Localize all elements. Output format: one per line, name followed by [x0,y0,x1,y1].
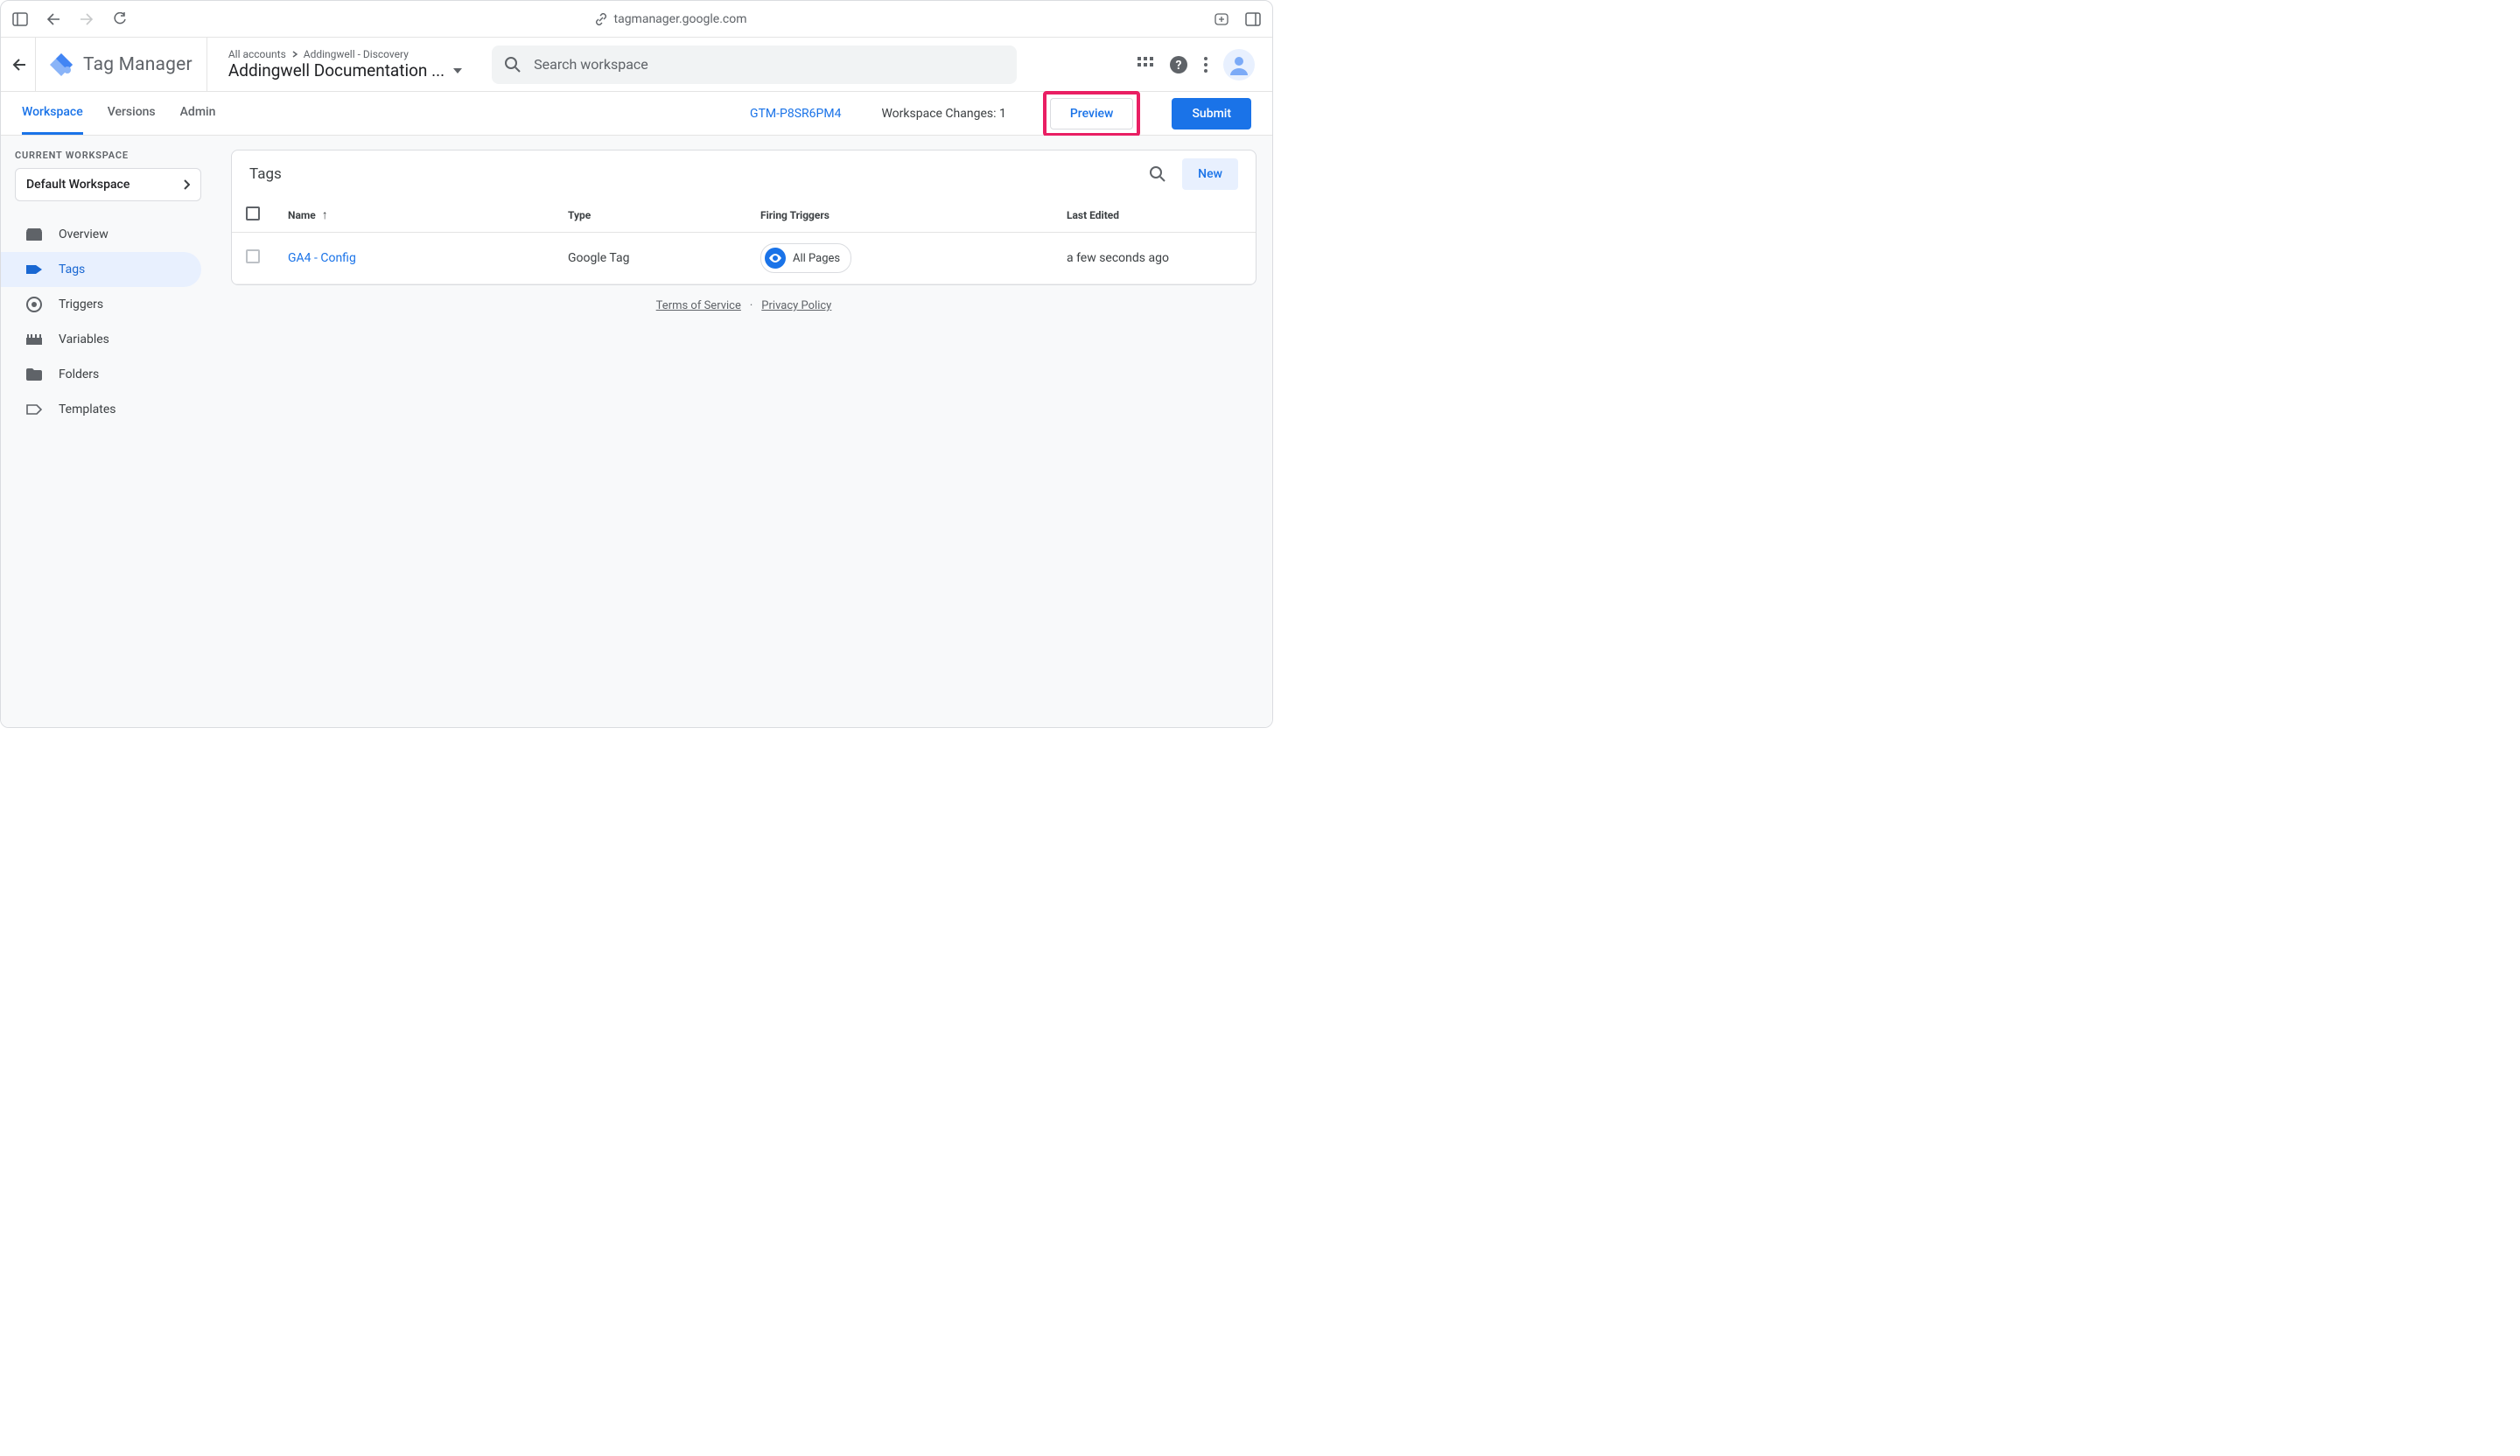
select-all-checkbox[interactable] [246,206,260,220]
overview-icon [25,228,43,241]
sidebar-item-label: Tags [59,262,85,276]
sidebar-item-label: Variables [59,332,109,346]
sidebar-item-tags[interactable]: Tags [1,252,201,287]
new-button[interactable]: New [1182,158,1238,190]
search-icon [504,56,522,74]
sidebar-item-templates[interactable]: Templates [1,392,201,427]
nav-tabs: Workspace Versions Admin GTM-P8SR6PM4 Wo… [1,92,1272,136]
changes-label: Workspace Changes: [881,107,996,121]
search-input-wrap[interactable] [492,46,1017,84]
product-name: Tag Manager [83,54,192,75]
search-input[interactable] [534,56,1004,73]
trigger-chip[interactable]: All Pages [760,243,851,273]
eye-icon [765,248,786,269]
container-id[interactable]: GTM-P8SR6PM4 [750,107,841,121]
sidebar-item-label: Triggers [59,298,103,312]
workspace-changes: Workspace Changes: 1 [881,107,1005,121]
sidebar-item-label: Overview [59,228,108,242]
forward-icon [76,9,97,30]
tags-panel: Tags New Name ↑ [231,150,1256,285]
apps-icon[interactable] [1138,57,1153,73]
column-type[interactable]: Type [554,198,746,233]
panel-title: Tags [249,165,282,183]
sidebar-item-variables[interactable]: Variables [1,322,201,357]
row-checkbox[interactable] [246,249,260,263]
sidebar-item-folders[interactable]: Folders [1,357,201,392]
template-icon [25,403,43,416]
avatar[interactable] [1223,49,1255,80]
preview-button[interactable]: Preview [1050,98,1134,130]
sidebar-item-label: Templates [59,402,116,416]
reload-icon[interactable] [109,9,130,30]
more-icon[interactable] [1204,57,1208,73]
back-icon[interactable] [43,9,64,30]
browser-url[interactable]: tagmanager.google.com [614,12,747,26]
sort-asc-icon: ↑ [322,208,328,222]
folder-icon [25,368,43,381]
gtm-logo-icon [48,52,74,78]
tab-workspace[interactable]: Workspace [22,92,83,135]
chevron-right-icon [183,179,190,190]
column-label: Name [288,209,316,221]
browser-toolbar: tagmanager.google.com [1,1,1272,38]
workspace-name: Default Workspace [26,178,130,192]
link-icon [595,13,607,25]
column-triggers[interactable]: Firing Triggers [746,198,1053,233]
changes-count: 1 [999,107,1006,121]
workspace-section-label: CURRENT WORKSPACE [1,150,215,168]
breadcrumb-account[interactable]: Addingwell - Discovery [304,48,409,60]
sidebar-item-overview[interactable]: Overview [1,217,201,252]
last-edited: a few seconds ago [1053,233,1256,284]
tab-overview-icon[interactable] [1242,9,1264,30]
table-row[interactable]: GA4 - Config Google Tag All Pages [232,233,1256,284]
app-header: Tag Manager All accounts Addingwell - Di… [1,38,1272,92]
privacy-link[interactable]: Privacy Policy [761,299,831,312]
trigger-icon [25,297,43,312]
chevron-right-icon [291,51,298,58]
column-name[interactable]: Name ↑ [274,198,554,233]
column-edited[interactable]: Last Edited [1053,198,1256,233]
caret-down-icon[interactable] [453,68,462,74]
sidebar-item-label: Folders [59,368,99,382]
breadcrumb[interactable]: All accounts Addingwell - Discovery [228,48,462,60]
tab-admin[interactable]: Admin [180,92,216,135]
tab-versions[interactable]: Versions [108,92,156,135]
app-back-button[interactable] [1,38,36,91]
sidebar-item-triggers[interactable]: Triggers [1,287,201,322]
breadcrumb-root[interactable]: All accounts [228,48,286,60]
footer: Terms of Service · Privacy Policy [231,285,1256,328]
tag-name-link[interactable]: GA4 - Config [288,251,356,265]
panel-search-button[interactable] [1140,157,1175,192]
help-icon[interactable]: ? [1169,55,1188,74]
submit-button[interactable]: Submit [1172,98,1251,130]
tos-link[interactable]: Terms of Service [656,299,741,312]
variables-icon [25,334,43,345]
trigger-label: All Pages [793,252,840,265]
sidebar: CURRENT WORKSPACE Default Workspace Over… [1,136,215,727]
tag-icon [25,263,43,276]
tag-type: Google Tag [554,233,746,284]
share-icon[interactable] [1211,9,1232,30]
sidebar-toggle-icon[interactable] [10,9,31,30]
container-title[interactable]: Addingwell Documentation ... [228,60,444,80]
workspace-selector[interactable]: Default Workspace [15,168,201,201]
preview-highlight: Preview [1043,91,1141,136]
svg-text:?: ? [1176,59,1182,73]
